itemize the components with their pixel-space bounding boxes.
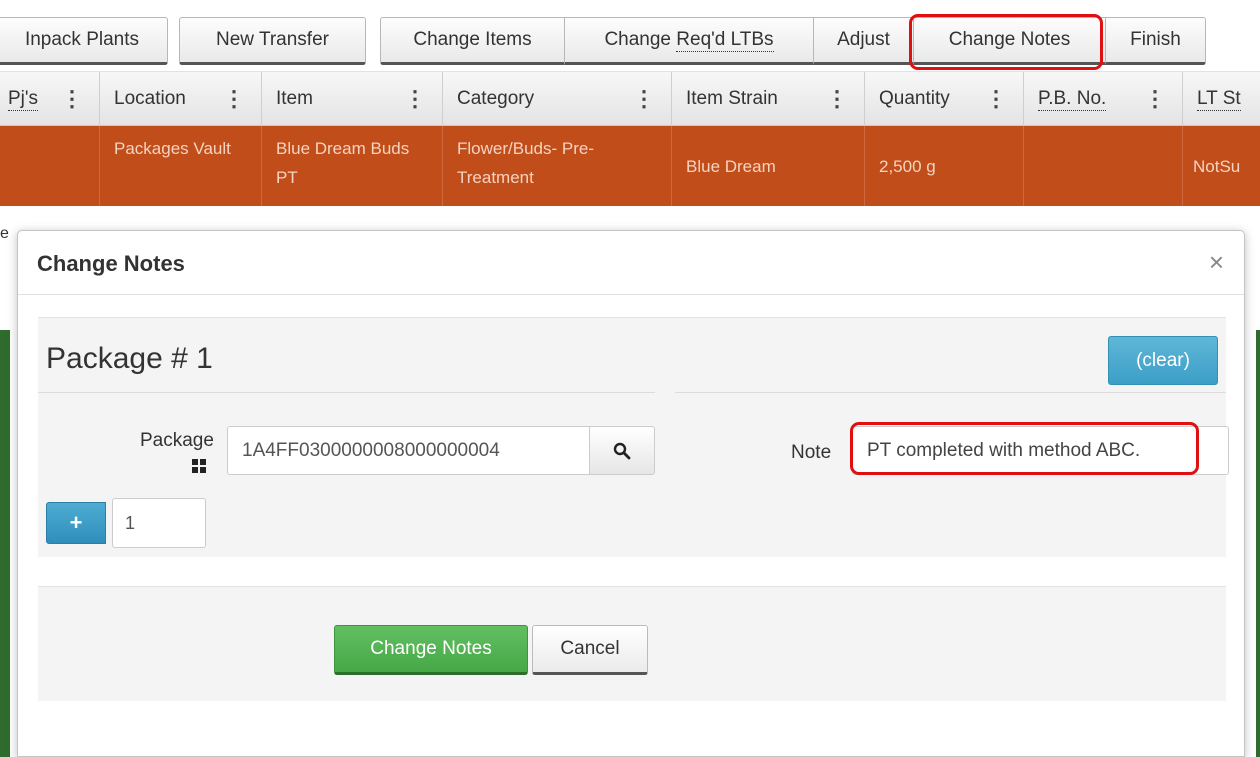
cancel-button[interactable]: Cancel: [532, 625, 648, 675]
unpack-plants-button[interactable]: Inpack Plants: [0, 17, 168, 65]
adjust-button[interactable]: Adjust: [814, 17, 914, 65]
search-icon: [613, 442, 631, 459]
grid-icon[interactable]: [192, 459, 206, 473]
table-row[interactable]: Packages Vault Blue Dream Buds PT Flower…: [0, 126, 1260, 206]
divider: [38, 392, 655, 393]
toolbar: Inpack Plants New Transfer Change Items …: [0, 0, 1260, 72]
toolbar-group-3: Change Items Change Req'd LTBs Adjust Ch…: [380, 17, 1206, 65]
column-header-pjs[interactable]: Pj's ⋮: [0, 72, 100, 126]
plus-icon: +: [69, 510, 83, 535]
column-menu-icon[interactable]: ⋮: [826, 86, 848, 112]
dialog-header: Change Notes ×: [18, 231, 1244, 295]
column-menu-icon[interactable]: ⋮: [1144, 86, 1166, 112]
cell-item-strain: Blue Dream: [672, 126, 865, 206]
add-package-button[interactable]: +: [46, 502, 106, 544]
divider: [675, 392, 1226, 393]
cell-lt-status: NotSu: [1193, 156, 1241, 176]
search-button[interactable]: [589, 426, 655, 475]
column-menu-icon[interactable]: ⋮: [223, 86, 245, 112]
toolbar-group-2: New Transfer: [179, 17, 366, 65]
background-fragment: e: [0, 225, 9, 242]
change-notes-toolbar-button[interactable]: Change Notes: [914, 17, 1106, 65]
change-reqd-ltbs-button[interactable]: Change Req'd LTBs: [565, 17, 814, 65]
grid-header: Pj's ⋮ Location ⋮ Item ⋮ Category ⋮ Item Str…: [0, 72, 1260, 126]
column-header-category[interactable]: Category ⋮: [443, 72, 672, 126]
column-header-item[interactable]: Item ⋮: [262, 72, 443, 126]
background-panel-edge: [0, 330, 10, 757]
cell-category: Flower/Buds- Pre-Treatment: [443, 126, 672, 206]
change-notes-dialog: Change Notes × Package # 1 (clear) Packa…: [17, 230, 1245, 757]
column-menu-icon[interactable]: ⋮: [633, 86, 655, 112]
cell-pb-no: [1024, 126, 1183, 206]
column-menu-icon[interactable]: ⋮: [61, 86, 83, 112]
cell-item: Blue Dream Buds PT: [262, 126, 443, 206]
package-input[interactable]: 1A4FF0300000008000000004: [227, 426, 590, 475]
cell-quantity: 2,500 g: [865, 126, 1024, 206]
cell-pjs: [0, 126, 100, 206]
package-label: Package: [140, 430, 214, 451]
column-header-item-strain[interactable]: Item Strain ⋮: [672, 72, 865, 126]
finish-button[interactable]: Finish: [1106, 17, 1206, 65]
toolbar-group-1: Inpack Plants: [0, 17, 168, 65]
package-count-input[interactable]: 1: [112, 498, 206, 548]
new-transfer-button[interactable]: New Transfer: [179, 17, 366, 65]
package-heading: Package # 1: [46, 342, 213, 375]
change-notes-submit-button[interactable]: Change Notes: [334, 625, 528, 675]
clear-button[interactable]: (clear): [1108, 336, 1218, 385]
column-menu-icon[interactable]: ⋮: [404, 86, 426, 112]
cell-location: Packages Vault: [100, 126, 262, 206]
change-items-button[interactable]: Change Items: [380, 17, 565, 65]
note-input[interactable]: PT completed with method ABC.: [852, 426, 1229, 475]
background-panel-edge-right: [1256, 330, 1260, 757]
note-label: Note: [791, 442, 832, 463]
package-panel: Package # 1 (clear) Package 1A4FF0300000…: [38, 317, 1229, 557]
column-header-lt-status[interactable]: LT St: [1183, 72, 1260, 126]
column-header-quantity[interactable]: Quantity ⋮: [865, 72, 1024, 126]
dialog-footer: Change Notes Cancel: [38, 586, 1226, 701]
dialog-title: Change Notes: [37, 251, 185, 276]
close-icon[interactable]: ×: [1209, 247, 1224, 278]
change-reqd-ltbs-abbr: Req'd LTBs: [676, 28, 774, 52]
change-reqd-ltbs-prefix: Change: [604, 29, 677, 50]
column-menu-icon[interactable]: ⋮: [985, 86, 1007, 112]
column-header-pb-no[interactable]: P.B. No. ⋮: [1024, 72, 1183, 126]
column-header-location[interactable]: Location ⋮: [100, 72, 262, 126]
